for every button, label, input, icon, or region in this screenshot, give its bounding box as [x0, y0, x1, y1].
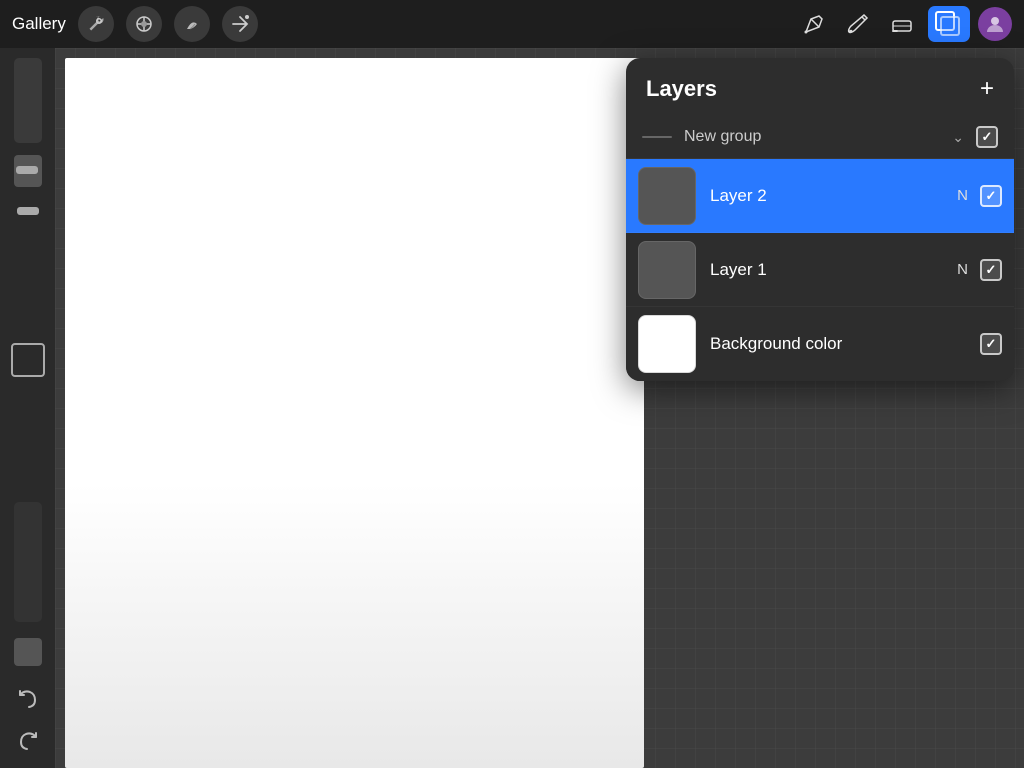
add-layer-button[interactable]: +: [980, 77, 994, 101]
toolbar-left: Gallery: [12, 6, 258, 42]
wrench-icon: [86, 14, 106, 34]
layer-row[interactable]: Layer 1 N: [626, 233, 1014, 307]
layers-panel-header: Layers +: [626, 58, 1014, 116]
brush-icon: [845, 11, 871, 37]
layer-row[interactable]: Layer 2 N: [626, 159, 1014, 233]
bottom-slider[interactable]: [14, 638, 42, 666]
eraser-icon: [889, 11, 915, 37]
layer-row[interactable]: Background color: [626, 307, 1014, 381]
layers-toggle-button[interactable]: [928, 6, 970, 42]
new-group-row[interactable]: New group ⌄: [626, 116, 1014, 159]
redo-icon: [16, 729, 40, 753]
avatar-icon: [985, 14, 1005, 34]
brush-tool-button[interactable]: [840, 6, 876, 42]
selection-tool-button[interactable]: [11, 343, 45, 377]
redo-button[interactable]: [11, 724, 45, 758]
undo-icon: [16, 687, 40, 711]
layers-stack-icon: [935, 11, 963, 37]
layer-visibility-checkbox[interactable]: [980, 333, 1002, 355]
drawing-canvas[interactable]: [65, 58, 644, 768]
layer-name: Layer 1: [710, 260, 957, 280]
chevron-down-icon: ⌄: [952, 129, 964, 146]
layer-name: Background color: [710, 334, 980, 354]
new-group-label: New group: [684, 128, 952, 146]
smudge-icon: [182, 14, 202, 34]
transform-icon: [230, 14, 250, 34]
opacity-slider[interactable]: [14, 58, 42, 143]
pen-icon: [801, 11, 827, 37]
layer-name: Layer 2: [710, 186, 957, 206]
smudge-tool-button[interactable]: [174, 6, 210, 42]
gallery-button[interactable]: Gallery: [12, 14, 66, 34]
toolbar-right: [796, 6, 1012, 42]
layer-visibility-checkbox[interactable]: [980, 259, 1002, 281]
color-strip[interactable]: [14, 502, 42, 622]
new-group-visibility-checkbox[interactable]: [976, 126, 998, 148]
wrench-tool-button[interactable]: [78, 6, 114, 42]
transform-tool-button[interactable]: [222, 6, 258, 42]
layers-panel-title: Layers: [646, 76, 717, 102]
layer-thumbnail: [638, 167, 696, 225]
brush-size-slider[interactable]: [14, 155, 42, 187]
user-avatar[interactable]: [978, 7, 1012, 41]
adjust-icon: [134, 14, 154, 34]
pen-tool-button[interactable]: [796, 6, 832, 42]
undo-button[interactable]: [11, 682, 45, 716]
layers-panel: Layers + New group ⌄ Layer 2 N Layer 1 N…: [626, 58, 1014, 381]
layer-thumbnail: [638, 315, 696, 373]
left-sidebar: [0, 48, 55, 768]
layer-blend-mode: N: [957, 261, 968, 278]
layer-blend-mode: N: [957, 187, 968, 204]
top-toolbar: Gallery: [0, 0, 1024, 48]
layer-thumbnail: [638, 241, 696, 299]
group-line-icon: [642, 136, 672, 138]
size-handle[interactable]: [14, 195, 42, 227]
adjust-tool-button[interactable]: [126, 6, 162, 42]
eraser-tool-button[interactable]: [884, 6, 920, 42]
layer-visibility-checkbox[interactable]: [980, 185, 1002, 207]
